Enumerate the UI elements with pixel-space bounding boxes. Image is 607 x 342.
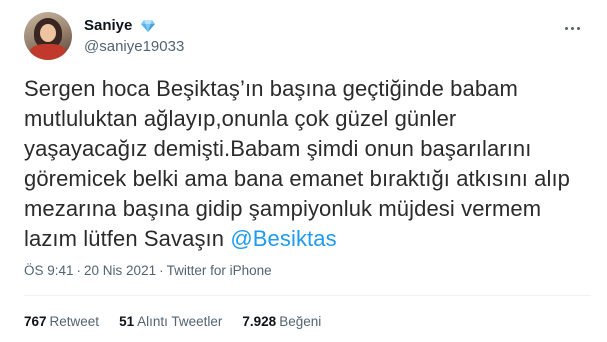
tweet-time[interactable]: ÖS 9:41 bbox=[24, 263, 74, 278]
tweet-line: göremicek belki ama bana emanet bıraktığ… bbox=[24, 166, 571, 191]
tweet-line: mutluluktan ağlayıp,onunla çok güzel gün… bbox=[24, 106, 457, 131]
more-options-icon[interactable] bbox=[561, 18, 583, 38]
avatar-face bbox=[40, 24, 56, 42]
user-handle[interactable]: @saniye19033 bbox=[84, 37, 184, 57]
meta-separator: · bbox=[159, 263, 164, 278]
tweet-text: Sergen hoca Beşiktaş’ın başına geçtiğind… bbox=[24, 74, 594, 254]
tweet-meta: ÖS 9:41 · 20 Nis 2021 · Twitter for iPhone bbox=[24, 262, 272, 280]
user-names: Saniye @saniye19033 bbox=[84, 16, 184, 57]
retweets-stat[interactable]: 767 Retweet bbox=[24, 313, 99, 331]
quotes-stat[interactable]: 51 Alıntı Tweetler bbox=[119, 313, 222, 331]
quotes-label: Alıntı Tweetler bbox=[137, 314, 223, 329]
divider bbox=[24, 295, 591, 296]
avatar[interactable] bbox=[24, 12, 72, 60]
tweet-header: Saniye @saniye19033 bbox=[24, 12, 591, 60]
tweet-date[interactable]: 20 Nis 2021 bbox=[84, 263, 156, 278]
avatar-shirt bbox=[30, 44, 66, 60]
tweet-line: mezarına başına gidip şampiyonluk müjdes… bbox=[24, 196, 542, 221]
likes-count: 7.928 bbox=[242, 314, 277, 329]
display-name[interactable]: Saniye bbox=[84, 16, 132, 36]
tweet-line: Sergen hoca Beşiktaş’ın başına geçtiğind… bbox=[24, 76, 518, 101]
likes-stat[interactable]: 7.928 Beğeni bbox=[242, 313, 321, 331]
quotes-count: 51 bbox=[119, 314, 135, 329]
tweet-line: yaşayacağız demişti.Babam şimdi onun baş… bbox=[24, 136, 532, 161]
diamond-icon bbox=[140, 20, 155, 32]
retweets-count: 767 bbox=[24, 314, 47, 329]
tweet-stats: 767 Retweet 51 Alıntı Tweetler 7.928 Beğeni bbox=[24, 313, 321, 331]
tweet-source[interactable]: Twitter for iPhone bbox=[167, 263, 272, 278]
tweet-card: Saniye @saniye19033 Sergen hoca Beşiktaş… bbox=[0, 0, 607, 342]
retweets-label: Retweet bbox=[49, 314, 100, 329]
likes-label: Beğeni bbox=[279, 314, 322, 329]
tweet-line: lazım lütfen Savaşın bbox=[24, 226, 231, 251]
meta-separator: · bbox=[76, 263, 82, 278]
mention-link[interactable]: @Besiktas bbox=[230, 226, 336, 251]
